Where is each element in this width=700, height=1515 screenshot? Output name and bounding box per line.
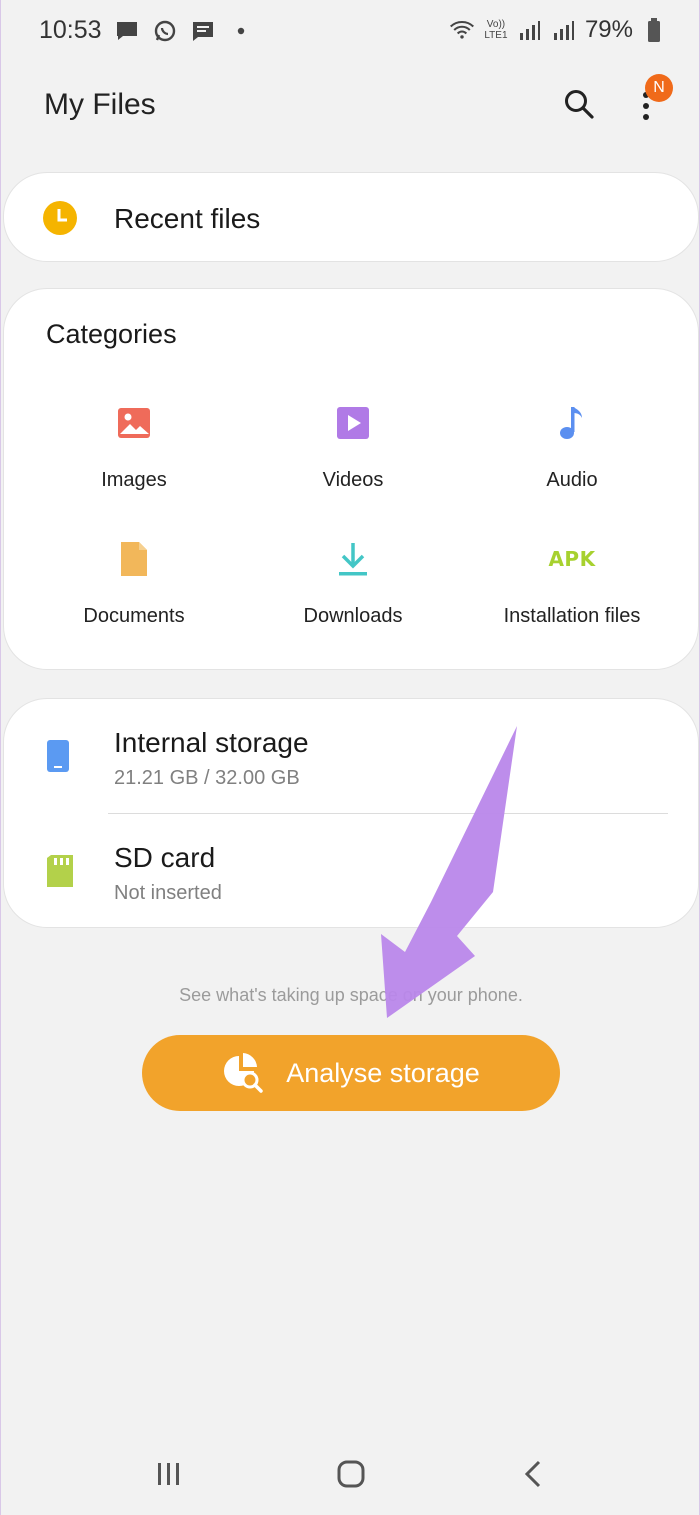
categories-card: Categories Images Videos Audio Documents	[3, 288, 699, 670]
whatsapp-icon	[152, 18, 178, 44]
category-label: Documents	[83, 605, 185, 627]
download-icon	[333, 539, 373, 579]
home-button[interactable]	[326, 1452, 376, 1496]
category-label: Images	[101, 469, 167, 491]
back-icon	[524, 1460, 541, 1488]
category-downloads[interactable]: Downloads	[238, 533, 468, 643]
chat-icon	[190, 18, 216, 44]
category-label: Downloads	[303, 605, 403, 627]
internal-storage-name: Internal storage	[114, 727, 309, 758]
internal-storage-usage: 21.21 GB / 32.00 GB	[114, 767, 300, 789]
document-icon	[114, 539, 154, 579]
sd-card-status: Not inserted	[114, 882, 222, 904]
sd-card-name: SD card	[114, 842, 216, 873]
storage-card: Internal storage 21.21 GB / 32.00 GB SD …	[3, 698, 699, 928]
category-videos[interactable]: Videos	[238, 397, 468, 507]
recent-files-card[interactable]: Recent files	[3, 172, 699, 262]
recent-files-label: Recent files	[114, 203, 261, 234]
category-label: Videos	[322, 469, 384, 491]
back-button[interactable]	[508, 1452, 558, 1496]
sd-card-icon	[46, 854, 74, 893]
apk-icon: APK	[548, 539, 595, 579]
battery-icon	[641, 17, 667, 43]
message-icon	[114, 18, 140, 44]
analyse-storage-label: Analyse storage	[286, 1057, 480, 1088]
nav-bar	[1, 1432, 700, 1515]
status-time: 10:53	[39, 16, 102, 44]
apk-badge: APK	[548, 547, 596, 571]
app-header: My Files N	[1, 62, 700, 154]
internal-storage-row[interactable]: Internal storage 21.21 GB / 32.00 GB	[4, 699, 700, 814]
category-label: Audio	[546, 469, 598, 491]
home-icon	[337, 1460, 365, 1488]
battery-text: 79%	[584, 16, 633, 43]
analyse-storage-icon	[224, 1053, 263, 1093]
status-left: 10:53	[39, 16, 254, 45]
category-audio[interactable]: Audio	[457, 397, 687, 507]
recents-icon	[158, 1463, 179, 1485]
screen: 10:53 Vo)) LTE1 79% My Files N Recent fi…	[0, 0, 700, 1515]
search-button[interactable]	[559, 84, 599, 124]
notification-badge: N	[645, 74, 673, 102]
phone-icon	[46, 739, 70, 778]
status-bar: 10:53 Vo)) LTE1 79%	[1, 0, 700, 62]
category-label: Installation files	[503, 605, 641, 627]
category-images[interactable]: Images	[19, 397, 249, 507]
network-label: Vo)) LTE1	[484, 19, 508, 41]
signal-icon	[517, 17, 543, 43]
sd-card-row[interactable]: SD card Not inserted	[4, 814, 700, 929]
image-icon	[114, 403, 154, 443]
signal-icon-2	[551, 17, 577, 43]
page-title: My Files	[44, 88, 156, 121]
analyse-storage-button[interactable]: Analyse storage	[142, 1035, 560, 1111]
recents-button[interactable]	[144, 1452, 194, 1496]
wifi-icon	[449, 17, 475, 43]
dot-icon	[228, 18, 254, 44]
search-icon	[565, 90, 594, 119]
video-icon	[333, 403, 373, 443]
category-installation-files[interactable]: APK Installation files	[457, 533, 687, 643]
status-right: Vo)) LTE1 79%	[449, 16, 667, 44]
categories-title: Categories	[46, 319, 177, 349]
category-documents[interactable]: Documents	[19, 533, 249, 643]
clock-icon	[42, 200, 78, 241]
analyse-hint: See what's taking up space on your phone…	[179, 985, 523, 1005]
music-note-icon	[552, 403, 592, 443]
